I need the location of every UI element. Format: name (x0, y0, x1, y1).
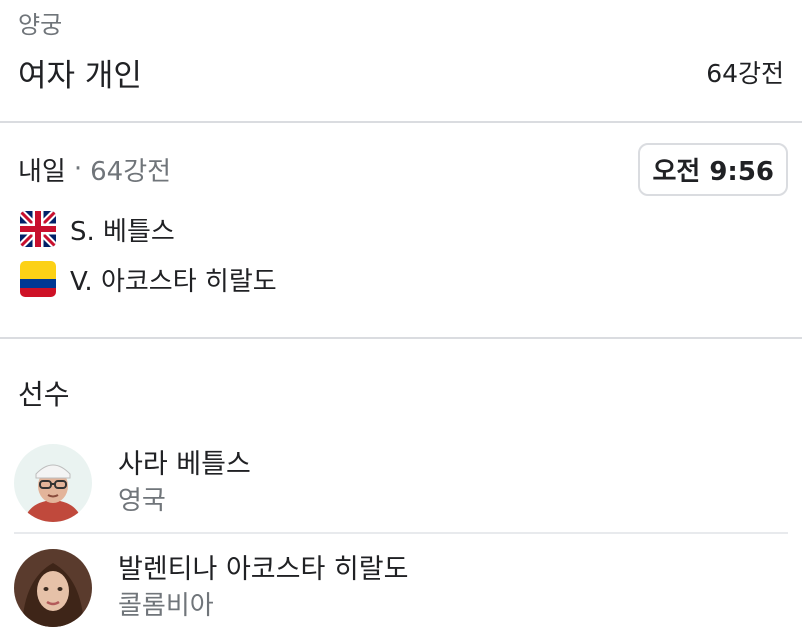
uk-flag-icon (20, 211, 56, 247)
athlete-photo-icon (14, 549, 92, 627)
competitor-name: V. 아코스타 히랄도 (70, 266, 277, 297)
separator-dot: · (73, 154, 83, 184)
player-name: 사라 베틀스 (118, 449, 251, 480)
player-row[interactable]: 발렌티나 아코스타 히랄도 콜롬비아 (14, 540, 788, 636)
section-divider (0, 121, 802, 123)
sport-label: 양궁 (18, 11, 63, 39)
player-country: 콜롬비아 (118, 591, 214, 621)
player-row[interactable]: 사라 베틀스 영국 (14, 435, 788, 531)
match-day: 내일 (18, 156, 66, 187)
competitor-row[interactable]: S. 베틀스 (20, 210, 175, 248)
competitor-row[interactable]: V. 아코스타 히랄도 (20, 260, 277, 298)
player-info: 발렌티나 아코스타 히랄도 콜롬비아 (118, 552, 408, 624)
match-header[interactable]: 내일 · 64강전 오전 9:56 (18, 142, 788, 196)
player-divider (14, 532, 788, 534)
colombia-flag-icon (20, 261, 56, 297)
event-round: 64강전 (706, 59, 784, 88)
player-name: 발렌티나 아코스타 히랄도 (118, 554, 409, 585)
section-divider (0, 337, 802, 339)
event-header: 여자 개인 64강전 (18, 52, 784, 94)
event-title: 여자 개인 (18, 57, 142, 94)
match-time-badge: 오전 9:56 (638, 142, 788, 196)
player-info: 사라 베틀스 영국 (118, 447, 251, 519)
match-round: 64강전 (90, 156, 172, 187)
competitor-name: S. 베틀스 (70, 216, 175, 247)
players-section-title: 선수 (18, 378, 70, 411)
match-schedule: 내일 · 64강전 (18, 151, 171, 188)
athlete-photo-icon (14, 444, 92, 522)
player-country: 영국 (118, 486, 166, 516)
